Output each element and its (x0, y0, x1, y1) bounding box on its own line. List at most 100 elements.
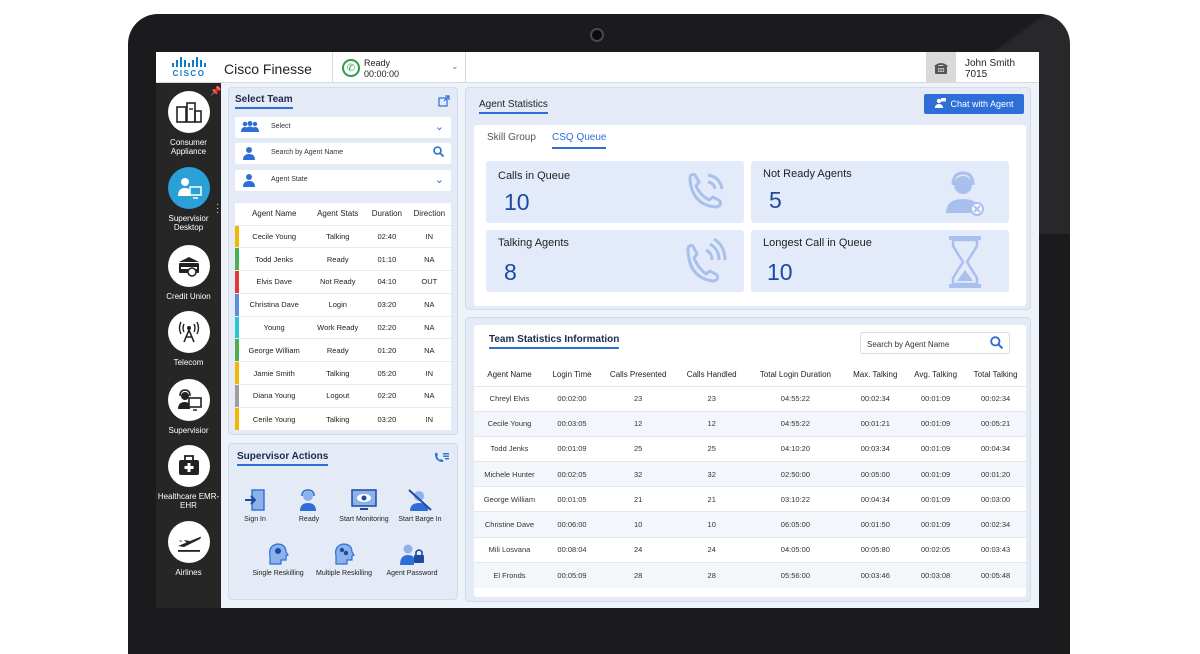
table-row[interactable]: Chreyl Elvis 00:02:00 23 23 04:55:22 00:02:34… (474, 385, 1026, 412)
agent-state-dropdown[interactable]: Agent State ⌄ (235, 170, 451, 191)
desk-phone-icon[interactable] (926, 52, 956, 83)
table-cell: Mili Losvana (474, 536, 545, 563)
agent-state-cell: Talking (309, 224, 367, 248)
column-header: Agent Name (251, 209, 297, 219)
agent-password-button[interactable]: Agent Password (378, 540, 446, 577)
agent-direction-cell: IN (407, 361, 451, 385)
phone-ringing-icon (682, 237, 728, 284)
agent-person-icon (241, 173, 257, 188)
tab-skill-group[interactable]: Skill Group (487, 132, 536, 143)
table-row[interactable]: Diana Young Logout 02:20 NA (235, 384, 451, 408)
agent-duration-cell: 01:20 (366, 338, 408, 362)
table-cell: 28 (599, 561, 678, 588)
agent-name-cell: Todd Jenks (239, 247, 310, 271)
team-search-input[interactable]: Search by Agent Name (860, 332, 1010, 354)
sidebar-item-airlines[interactable]: Airlines (156, 521, 221, 577)
single-reskilling-button[interactable]: Single Reskilling (244, 540, 312, 577)
agent-state-cell: Not Ready (309, 270, 367, 294)
table-cell: 23 (677, 385, 747, 412)
agent-state-cell: Login (309, 292, 367, 317)
agent-state-timer: 00:00:00 (364, 69, 400, 79)
table-cell: 21 (599, 486, 678, 512)
barge-in-icon (405, 486, 435, 514)
table-row[interactable]: Todd Jenks 00:01:09 25 25 04:10:20 00:03:34 00… (474, 435, 1026, 462)
search-icon[interactable] (433, 146, 445, 160)
card-label: Longest Call in Queue (763, 237, 872, 249)
longest-call-card: Longest Call in Queue 10 (751, 230, 1009, 292)
team-statistics-table: Agent Name Login Time Calls Presented Ca… (474, 364, 1026, 588)
talking-agents-card: Talking Agents 8 (486, 230, 744, 292)
popout-icon[interactable] (438, 94, 450, 112)
multiple-reskill-icon (329, 540, 359, 568)
table-row[interactable]: Michele Hunter 00:02:05 32 32 02:50:00 00:05:… (474, 461, 1026, 487)
agent-name-cell: Elvis Dave (239, 270, 310, 294)
table-row[interactable]: Elvis Dave Not Ready 04:10 OUT (235, 270, 451, 294)
agent-direction-cell: IN (407, 224, 451, 248)
agent-search-field[interactable]: Search by Agent Name (235, 143, 451, 164)
agent-state-dropdown[interactable]: ✆ Ready 00:00:00 ⌄ (332, 52, 466, 83)
table-cell: 12 (599, 410, 678, 437)
sidebar-item-label: Telecom (173, 358, 204, 367)
agent-duration-cell: 02:20 (366, 315, 408, 339)
team-statistics-card: Team Statistics Information Search by Ag… (474, 325, 1026, 597)
team-statistics-title: Team Statistics Information (489, 334, 620, 349)
sidebar-item-supervisor[interactable]: Supervisior (156, 379, 221, 435)
table-row[interactable]: Christina Dave Login 03:20 NA (235, 292, 451, 317)
table-cell: 04:55:22 (746, 410, 845, 437)
table-cell: 00:03:00 (965, 486, 1026, 512)
agent-state-label: Ready (364, 58, 391, 68)
sidebar-item-supervisor-desktop[interactable]: Supervisior Desktop (156, 167, 221, 232)
agent-state-cell: Work Ready (309, 315, 367, 339)
table-cell: 28 (677, 561, 747, 588)
sidebar-item-consumer-appliance[interactable]: Consumer Appliance (156, 91, 221, 156)
agent-direction-cell: IN (407, 406, 451, 431)
agent-duration-cell: 01:10 (366, 247, 408, 271)
search-icon[interactable] (990, 336, 1004, 354)
column-header: Total Login Duration (759, 370, 831, 380)
sidebar-item-healthcare[interactable]: Healthcare EMR-EHR (156, 445, 221, 510)
sidebar-item-credit-union[interactable]: Credit Union (156, 245, 221, 301)
table-cell: 00:02:05 (905, 536, 966, 563)
stats-card-area: Skill Group CSQ Queue Calls in Queue 10 … (474, 125, 1026, 306)
card-value: 5 (769, 187, 782, 213)
sidebar-item-label: Airlines (175, 568, 202, 577)
phone-list-icon[interactable] (434, 451, 449, 469)
tab-csq-queue[interactable]: CSQ Queue (552, 132, 607, 149)
table-cell: 00:05:00 (844, 461, 906, 487)
table-cell: 00:01:20 (965, 461, 1026, 487)
table-cell: El Fronds (474, 561, 545, 588)
table-cell: 00:01:09 (905, 385, 966, 412)
sign-in-icon (240, 486, 270, 514)
supervisor-desktop-icon (167, 167, 210, 209)
chat-with-agent-button[interactable]: Chat with Agent (924, 94, 1024, 114)
table-row[interactable]: Jamie Smith Talking 05:20 IN (235, 361, 451, 385)
table-row[interactable]: Cerile Young Talking 03:20 IN (235, 406, 451, 431)
table-cell: 00:01:05 (544, 486, 600, 512)
agent-name-cell: Young (239, 315, 310, 339)
multiple-reskilling-button[interactable]: Multiple Reskilling (310, 540, 378, 577)
team-select-dropdown[interactable]: Select ⌄ (235, 117, 451, 138)
table-row[interactable]: Mili Losvana 00:08:04 24 24 04:05:00 00:05:80… (474, 536, 1026, 563)
table-cell: 32 (677, 461, 747, 487)
table-cell: 03:10:22 (746, 486, 845, 512)
table-row[interactable]: Todd Jenks Ready 01:10 NA (235, 247, 451, 271)
table-row[interactable]: El Fronds 00:05:09 28 28 05:56:00 00:03:46 00:… (474, 561, 1026, 588)
table-row[interactable]: George William Ready 01:20 NA (235, 338, 451, 362)
column-header: Agent Stats (317, 209, 359, 219)
start-barge-in-button[interactable]: Start Barge In (386, 486, 454, 523)
table-row[interactable]: Cecile Young 00:03:05 12 12 04:55:22 00:01:21… (474, 410, 1026, 437)
webcam-icon (590, 28, 604, 42)
agent-search-placeholder: Search by Agent Name (271, 149, 343, 156)
table-row[interactable]: Cecile Young Talking 02:40 IN (235, 224, 451, 248)
sidebar-item-label: Supervisior Desktop (168, 214, 209, 232)
sidebar-item-telecom[interactable]: Telecom (156, 311, 221, 367)
table-row[interactable]: George William 00:01:05 21 21 03:10:22 00:04:… (474, 486, 1026, 512)
table-cell: 00:03:08 (905, 561, 966, 588)
table-row[interactable]: Young Work Ready 02:20 NA (235, 315, 451, 339)
table-cell: 00:03:43 (965, 536, 1026, 563)
agent-direction-cell: NA (407, 384, 451, 408)
table-row[interactable]: Christine Dave 00:06:00 10 10 06:05:00 00:01:… (474, 511, 1026, 538)
agent-name-cell: Diana Young (239, 384, 310, 408)
agent-direction-cell: NA (407, 338, 451, 362)
table-cell: 06:05:00 (746, 511, 845, 538)
